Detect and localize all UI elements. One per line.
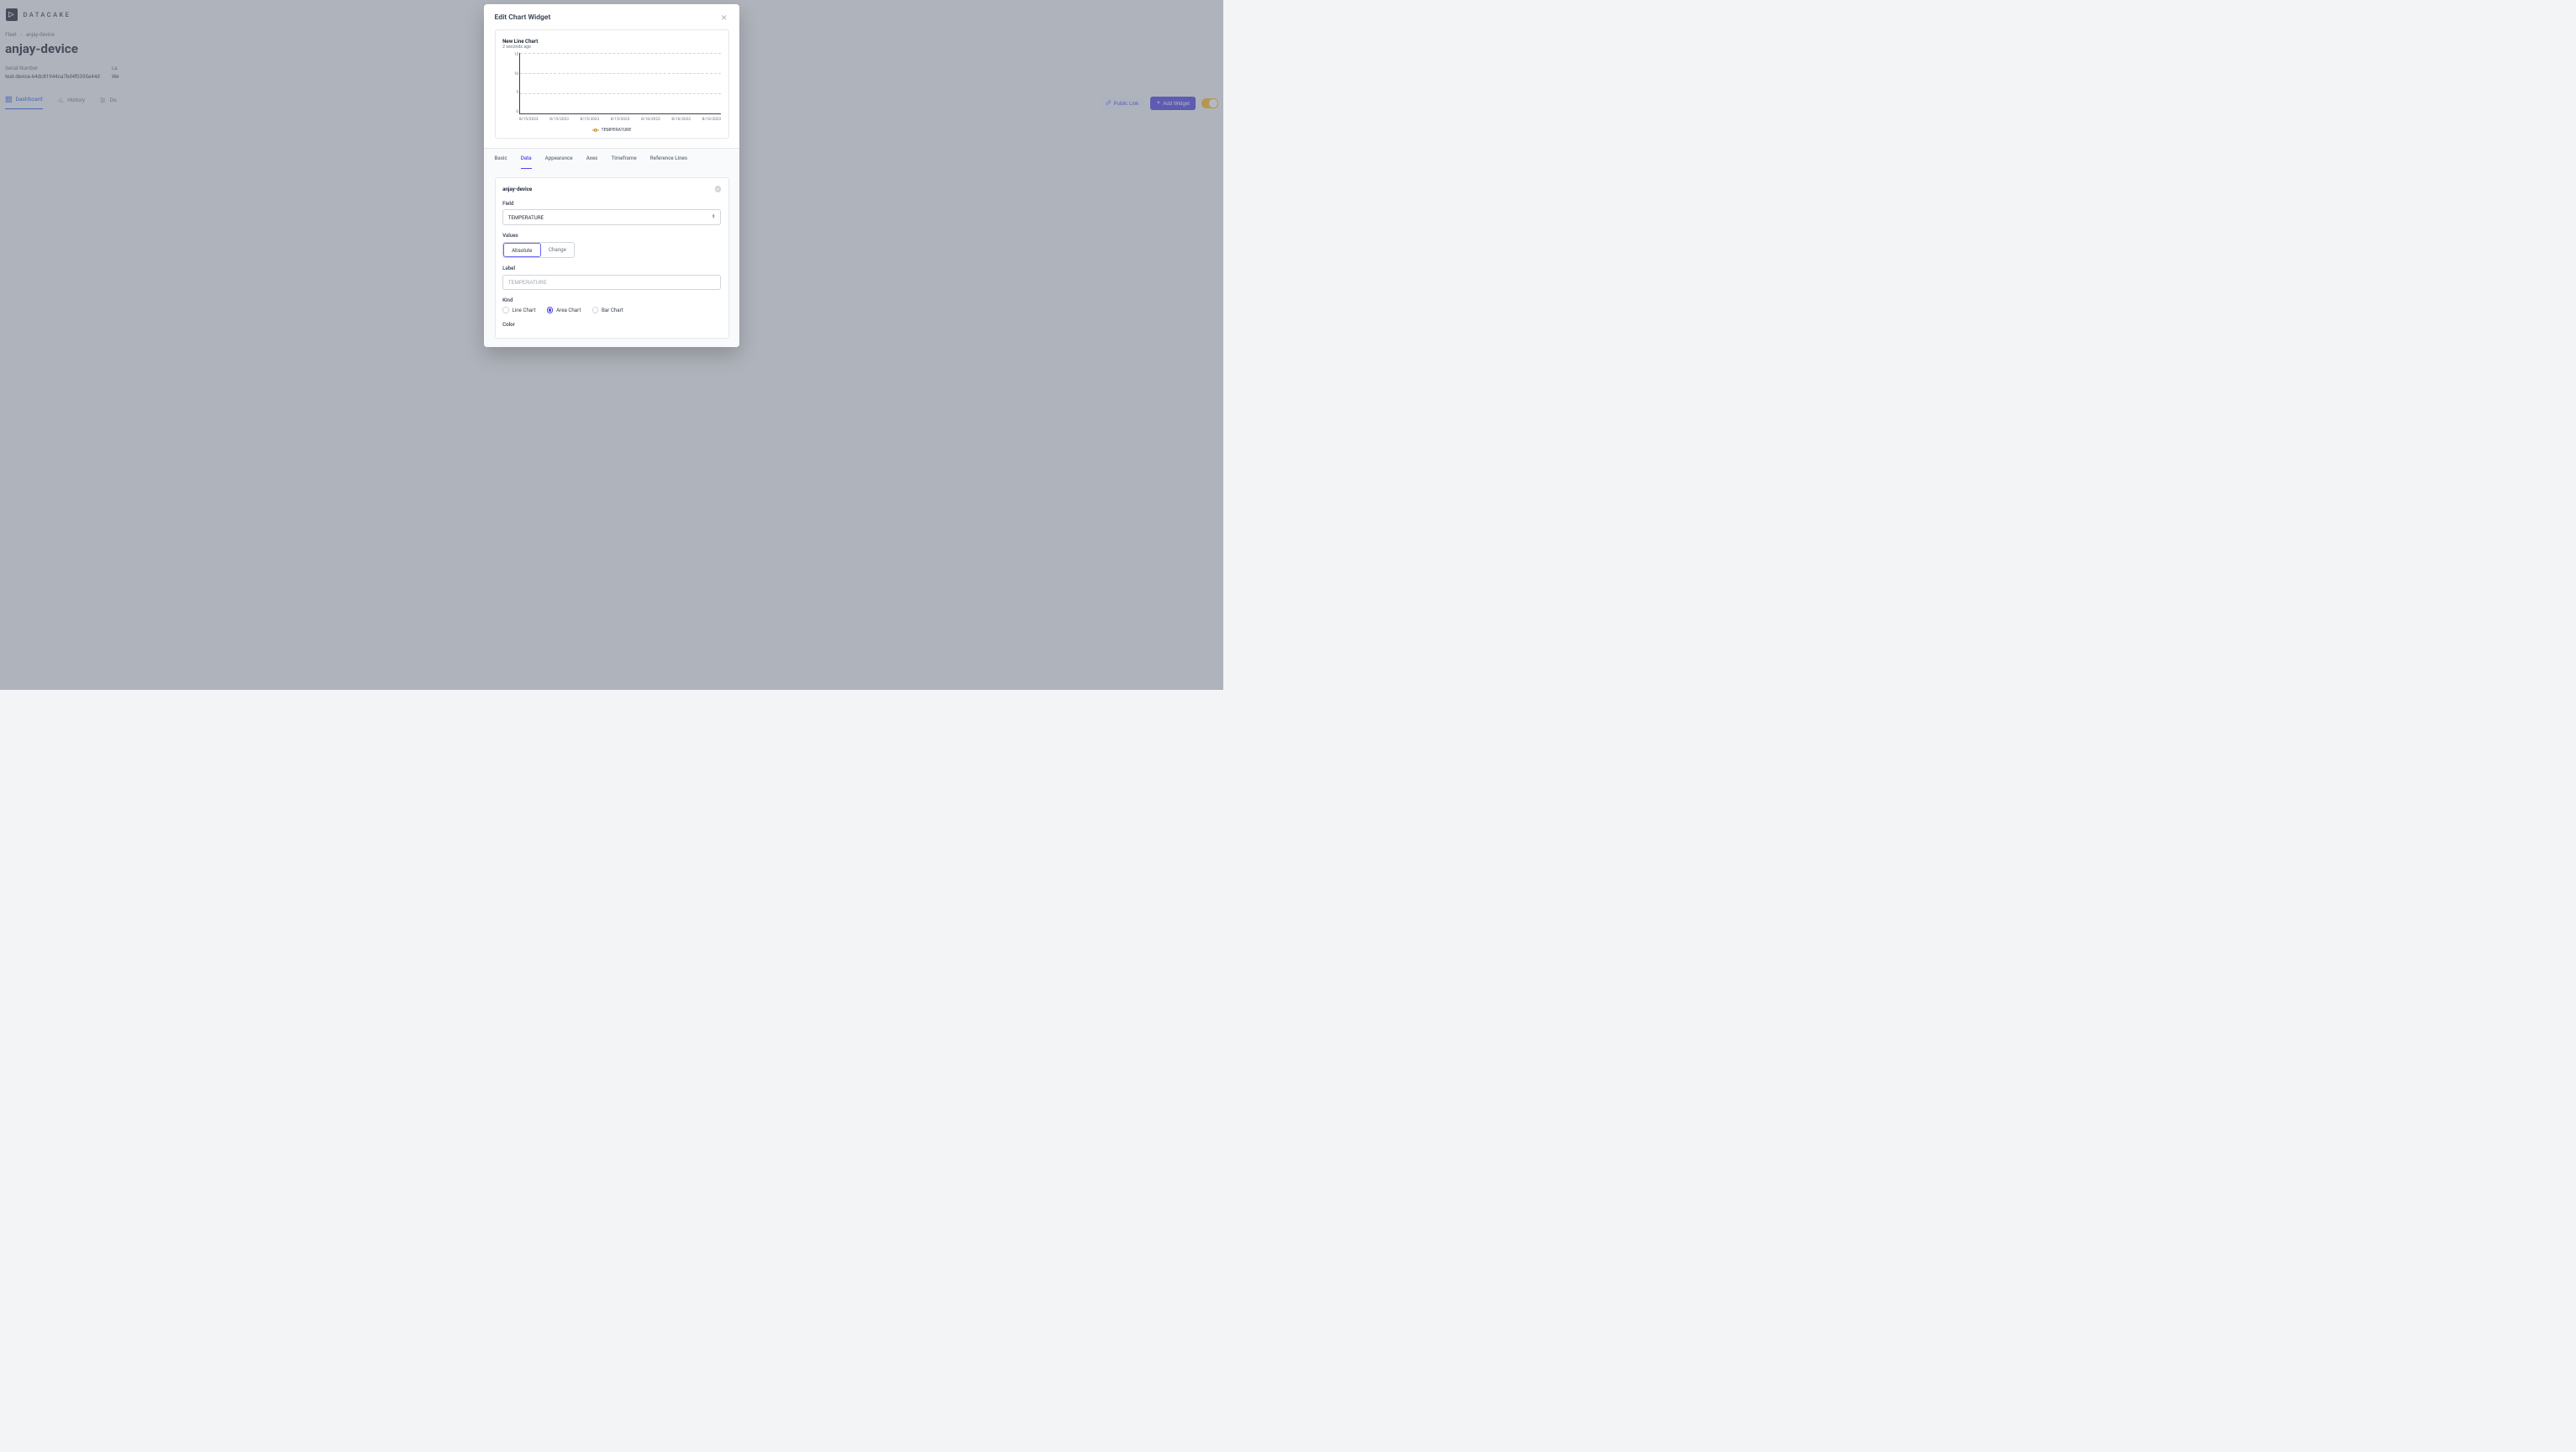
color-label: Color bbox=[502, 321, 721, 328]
values-change[interactable]: Change bbox=[540, 243, 574, 257]
label-input[interactable] bbox=[502, 275, 721, 290]
y-tick: 15 bbox=[514, 53, 518, 57]
series-device-name: anjay-device bbox=[502, 186, 532, 192]
chart-grid bbox=[519, 53, 721, 113]
legend-marker-icon bbox=[592, 129, 599, 132]
y-tick: 5 bbox=[516, 91, 518, 95]
kind-line-label: Line Chart bbox=[512, 307, 535, 313]
legend-text: TEMPERATURE bbox=[601, 128, 631, 133]
values-label: Values bbox=[502, 232, 721, 239]
chart-preview: New Line Chart 2 seconds ago 15 10 5 0 8… bbox=[495, 29, 729, 139]
chart-legend: TEMPERATURE bbox=[502, 128, 721, 133]
radio-icon bbox=[547, 307, 554, 313]
radio-icon bbox=[592, 307, 599, 313]
preview-title: New Line Chart bbox=[502, 38, 721, 45]
y-tick: 0 bbox=[516, 110, 518, 114]
kind-bar-radio[interactable]: Bar Chart bbox=[592, 307, 623, 313]
x-tick: 8/15/2023 bbox=[519, 118, 539, 122]
data-series-card: anjay-device Field TEMPERATURE ▲▼ Values… bbox=[495, 177, 729, 339]
values-absolute[interactable]: Absolute bbox=[503, 243, 541, 258]
x-tick: 8/15/2023 bbox=[611, 118, 630, 122]
modal-tab-timeframe[interactable]: Timeframe bbox=[611, 149, 636, 169]
modal-tab-data[interactable]: Data bbox=[521, 149, 532, 169]
modal-title: Edit Chart Widget bbox=[495, 13, 551, 22]
kind-radio-group: Line Chart Area Chart Bar Chart bbox=[502, 307, 721, 313]
y-tick: 10 bbox=[514, 72, 518, 76]
modal-tab-basic[interactable]: Basic bbox=[495, 149, 507, 169]
radio-icon bbox=[502, 307, 509, 313]
modal-tabs: Basic Data Appearance Axes Timeframe Ref… bbox=[484, 148, 739, 169]
preview-subtitle: 2 seconds ago bbox=[502, 45, 721, 50]
kind-area-radio[interactable]: Area Chart bbox=[547, 307, 581, 313]
select-arrows-icon: ▲▼ bbox=[712, 215, 716, 220]
field-select-value: TEMPERATURE bbox=[508, 214, 544, 221]
close-icon[interactable] bbox=[719, 13, 728, 22]
modal-overlay: Edit Chart Widget New Line Chart 2 secon… bbox=[0, 0, 1223, 690]
chart-canvas: 15 10 5 0 8/15/2023 8/15/2023 8/15/2023 … bbox=[513, 53, 721, 125]
edit-widget-modal: Edit Chart Widget New Line Chart 2 secon… bbox=[484, 4, 739, 347]
x-tick: 8/16/2023 bbox=[702, 118, 722, 122]
modal-tab-reference-lines[interactable]: Reference Lines bbox=[650, 149, 687, 169]
kind-line-radio[interactable]: Line Chart bbox=[502, 307, 535, 313]
x-tick: 8/15/2023 bbox=[549, 118, 569, 122]
field-select[interactable]: TEMPERATURE ▲▼ bbox=[502, 209, 721, 225]
kind-area-label: Area Chart bbox=[556, 307, 581, 313]
x-tick: 8/16/2023 bbox=[671, 118, 691, 122]
modal-tab-appearance[interactable]: Appearance bbox=[545, 149, 573, 169]
field-label: Field bbox=[502, 200, 721, 207]
kind-bar-label: Bar Chart bbox=[602, 307, 623, 313]
label-label: Label bbox=[502, 265, 721, 271]
x-tick: 8/15/2023 bbox=[581, 118, 600, 122]
kind-label: Kind bbox=[502, 297, 721, 303]
remove-series-icon[interactable] bbox=[715, 186, 722, 192]
values-segmented: Absolute Change bbox=[502, 242, 575, 258]
x-tick: 8/16/2023 bbox=[641, 118, 660, 122]
chart-x-axis: 8/15/2023 8/15/2023 8/15/2023 8/15/2023 … bbox=[519, 118, 721, 122]
modal-tab-axes[interactable]: Axes bbox=[586, 149, 598, 169]
chart-y-axis: 15 10 5 0 bbox=[511, 53, 519, 113]
